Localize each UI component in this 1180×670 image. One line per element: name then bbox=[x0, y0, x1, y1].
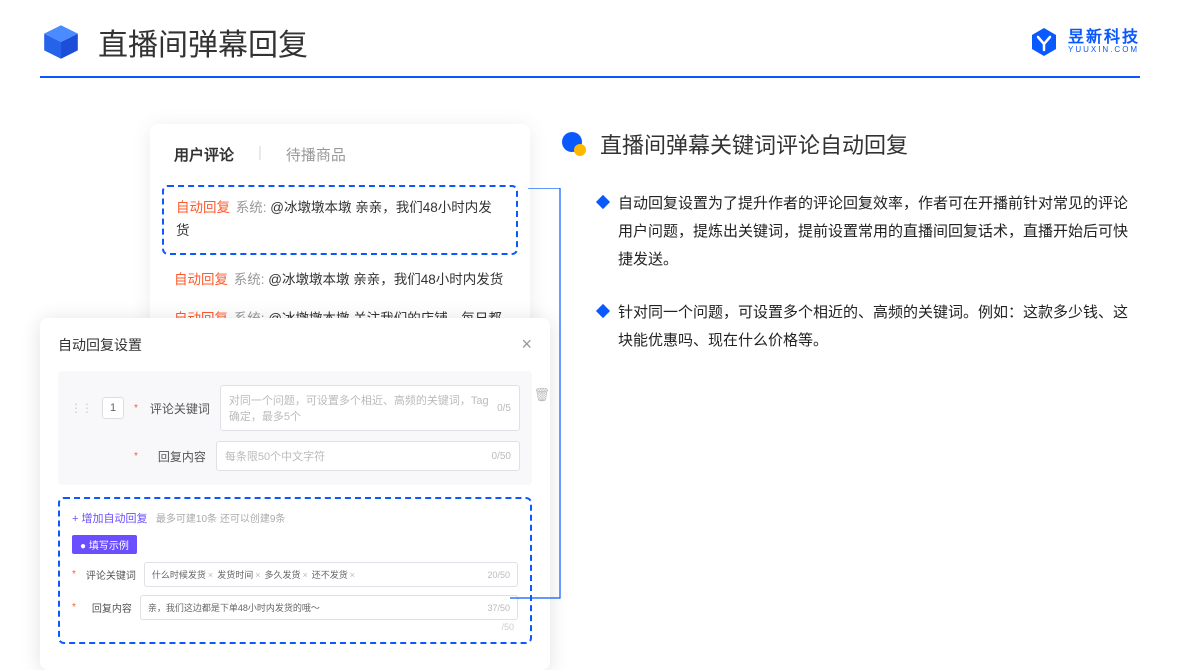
ex-tag[interactable]: 多久发货× bbox=[264, 568, 307, 581]
ex-content-label: 回复内容 bbox=[86, 600, 132, 615]
bullet-item: 针对同一个问题，可设置多个相近的、高频的关键词。例如：这款多少钱、这块能优惠吗、… bbox=[560, 299, 1140, 355]
bullet-item: 自动回复设置为了提升作者的评论回复效率，作者可在开播前针对常见的评论用户问题，提… bbox=[560, 190, 1140, 273]
page-title: 直播间弹幕回复 bbox=[98, 20, 308, 64]
keyword-input[interactable]: 对同一个问题，可设置多个相近、高频的关键词，Tag确定，最多5个 0/5 bbox=[220, 385, 520, 431]
brand-name-en: YUUXIN.COM bbox=[1068, 46, 1140, 54]
settings-title: 自动回复设置 bbox=[58, 335, 142, 355]
ex-content-input[interactable]: 亲，我们这边都是下单48小时内发货的哦～ 37/50 bbox=[140, 595, 518, 620]
header-divider bbox=[40, 76, 1140, 78]
brand-name-cn: 昱新科技 bbox=[1068, 30, 1140, 46]
chat-bubble-icon bbox=[560, 130, 588, 158]
add-auto-reply-link[interactable]: + 增加自动回复 bbox=[72, 513, 147, 525]
settings-dialog: 自动回复设置 × 🗑 ⋮⋮ 1 * 评论关键词 对同一个问题，可设置多个相近、高… bbox=[40, 318, 550, 670]
trash-icon[interactable]: 🗑 bbox=[533, 387, 550, 403]
example-section: + 增加自动回复 最多可建10条 还可以创建9条 ● 填写示例 * 评论关键词 … bbox=[58, 497, 532, 644]
ex-keyword-label: 评论关键词 bbox=[86, 567, 136, 582]
keyword-label: 评论关键词 bbox=[150, 400, 210, 417]
section-title: 直播间弹幕关键词评论自动回复 bbox=[600, 128, 908, 160]
cube-icon bbox=[40, 21, 82, 63]
ex-tag[interactable]: 什么时候发货× bbox=[152, 568, 213, 581]
content-input[interactable]: 每条限50个中文字符 0/50 bbox=[216, 441, 520, 471]
brand-logo: 昱新科技 YUUXIN.COM bbox=[1028, 26, 1140, 58]
diamond-icon bbox=[596, 195, 610, 209]
comment-row-highlighted: 自动回复 系统: @冰墩墩本墩 亲亲，我们48小时内发货 bbox=[162, 185, 518, 255]
diamond-icon bbox=[596, 304, 610, 318]
tab-pending-goods[interactable]: 待播商品 bbox=[286, 144, 346, 165]
ex-keyword-input[interactable]: 什么时候发货× 发货时间× 多久发货× 还不发货× 20/50 bbox=[144, 562, 518, 587]
content-label: 回复内容 bbox=[150, 448, 206, 465]
example-badge: ● 填写示例 bbox=[72, 535, 137, 554]
ex-tag[interactable]: 发货时间× bbox=[217, 568, 260, 581]
ex-tag[interactable]: 还不发货× bbox=[312, 568, 355, 581]
close-icon[interactable]: × bbox=[521, 334, 532, 355]
tab-user-comments[interactable]: 用户评论 bbox=[174, 144, 234, 165]
add-hint: 最多可建10条 还可以创建9条 bbox=[156, 514, 285, 525]
brand-icon bbox=[1028, 26, 1060, 58]
drag-icon[interactable]: ⋮⋮ bbox=[70, 401, 92, 415]
comment-row: 自动回复 系统: @冰墩墩本墩 亲亲，我们48小时内发货 bbox=[174, 261, 506, 300]
outer-count: /50 bbox=[501, 622, 514, 632]
index-number: 1 bbox=[102, 397, 124, 419]
